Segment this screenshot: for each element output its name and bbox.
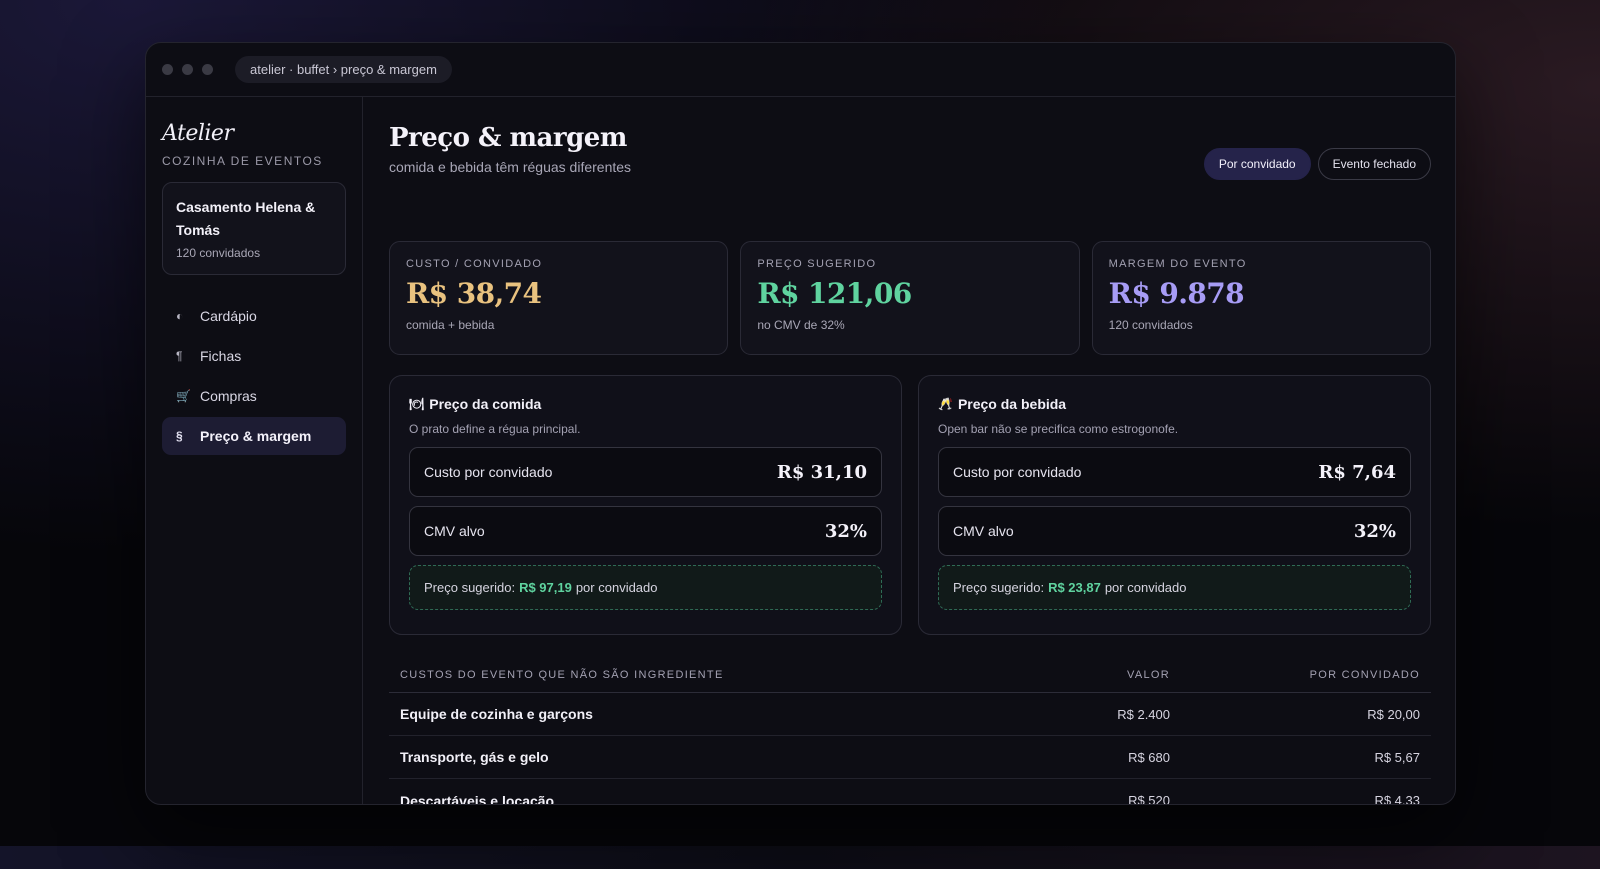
sidebar-item-label: Cardápio [200,308,257,324]
food-cost-value: R$ 31,10 [776,461,867,483]
event-name: Casamento Helena & Tomás [176,199,316,238]
toggle-evento-fechado[interactable]: Evento fechado [1317,148,1431,180]
kpi-note: comida + bebida [406,318,495,332]
event-card[interactable]: Casamento Helena & Tomás 120 convidados [162,182,346,275]
field-label: CMV alvo [953,523,1014,539]
table-header-row: CUSTOS DO EVENTO QUE NÃO SÃO INGREDIENTE… [389,657,1431,693]
kpi-label: MARGEM DO EVENTO [1108,258,1247,270]
pilcrow-icon: ¶ [176,349,183,363]
event-costs-table: CUSTOS DO EVENTO QUE NÃO SÃO INGREDIENTE… [389,657,1431,805]
plate-icon: 🍽 [409,397,425,411]
field-label: Custo por convidado [424,464,553,480]
sidebar-item-label: Compras [200,388,257,404]
column-header-cost: CUSTOS DO EVENTO QUE NÃO SÃO INGREDIENTE [400,668,724,681]
kpi-value: R$ 38,74 [406,277,542,310]
window-minimize-dot[interactable] [182,64,193,75]
suggest-prefix: Preço sugerido: [424,580,516,595]
food-cost-field[interactable]: Custo por convidado R$ 31,10 [409,447,882,497]
breadcrumb: atelier · buffet › preço & margem [235,56,452,83]
cost-per-guest: R$ 20,00 [1367,706,1420,722]
food-card-title-text: Preço da comida [429,396,542,412]
brand-subtitle: COZINHA DE EVENTOS [162,154,323,168]
table-row[interactable]: Equipe de cozinha e garçons R$ 2.400 R$ … [389,693,1431,736]
food-card-title: 🍽 Preço da comida [409,396,882,412]
drink-cmv-field[interactable]: CMV alvo 32% [938,506,1411,556]
kpi-value: R$ 121,06 [757,277,912,310]
suggest-suffix: por convidado [575,580,658,595]
sidebar: Atelier COZINHA DE EVENTOS Casamento Hel… [146,97,363,804]
field-label: Custo por convidado [953,464,1082,480]
background-bottom-strip [0,846,1600,869]
kpi-row: CUSTO / CONVIDADO R$ 38,74 comida + bebi… [389,241,1431,355]
sidebar-item-fichas[interactable]: ¶ Fichas [162,337,346,375]
drink-cost-value: R$ 7,64 [1318,461,1396,483]
food-cmv-value: 32% [824,520,867,542]
kpi-margem-evento: MARGEM DO EVENTO R$ 9.878 120 convidados [1091,241,1431,355]
cost-per-guest: R$ 4,33 [1374,793,1420,805]
food-price-card: 🍽 Preço da comida O prato define a régua… [389,375,902,635]
drink-card-title-text: Preço da bebida [957,396,1067,412]
cost-name: Descartáveis e locação [400,792,555,805]
cost-name: Transporte, gás e gelo [400,749,549,765]
drink-cost-field[interactable]: Custo por convidado R$ 7,64 [938,447,1411,497]
food-cmv-field[interactable]: CMV alvo 32% [409,506,882,556]
app-window: atelier · buffet › preço & margem Atelie… [145,42,1456,805]
shopping-cart-icon: 🛒 [176,389,191,403]
title-bar: atelier · buffet › preço & margem [146,43,1455,97]
cost-value: R$ 2.400 [1117,706,1170,722]
window-maximize-dot[interactable] [202,64,213,75]
main-content: Preço & margem comida e bebida têm régua… [389,97,1431,804]
cost-per-guest: R$ 5,67 [1374,749,1420,765]
sidebar-item-label: Preço & margem [200,428,312,444]
event-guests: 120 convidados [176,246,261,260]
food-card-subtitle: O prato define a régua principal. [409,422,581,436]
kpi-label: PREÇO SUGERIDO [757,258,877,270]
drink-suggested-price: Preço sugerido: R$ 23,87 por convidado [938,565,1411,610]
pricing-mode-toggle: Por convidado Evento fechado [1197,148,1431,180]
suggest-prefix: Preço sugerido: [953,580,1045,595]
toggle-por-convidado[interactable]: Por convidado [1203,148,1311,180]
cost-value: R$ 520 [1128,793,1170,805]
suggest-value: R$ 23,87 [1048,580,1101,595]
column-header-por-convidado: POR CONVIDADO [1309,668,1420,681]
kpi-label: CUSTO / CONVIDADO [406,258,543,270]
kpi-custo-convidado: CUSTO / CONVIDADO R$ 38,74 comida + bebi… [389,241,729,355]
kpi-note: 120 convidados [1108,318,1193,332]
food-suggested-price: Preço sugerido: R$ 97,19 por convidado [409,565,882,610]
table-row[interactable]: Descartáveis e locação R$ 520 R$ 4,33 [389,779,1431,805]
sidebar-item-preco-margem[interactable]: § Preço & margem [162,417,346,455]
drink-card-title: 🥂 Preço da bebida [938,396,1411,412]
kpi-value: R$ 9.878 [1108,277,1245,310]
table-row[interactable]: Transporte, gás e gelo R$ 680 R$ 5,67 [389,736,1431,779]
suggest-value: R$ 97,19 [519,580,572,595]
drink-cmv-value: 32% [1353,520,1396,542]
column-header-valor: VALOR [1127,668,1170,681]
suggest-suffix: por convidado [1104,580,1187,595]
drink-card-subtitle: Open bar não se precifica como estrogono… [938,422,1179,436]
window-close-dot[interactable] [162,64,173,75]
cost-value: R$ 680 [1128,749,1170,765]
sidebar-item-cardapio[interactable]: ◐ Cardápio [162,297,346,335]
field-label: CMV alvo [424,523,485,539]
sidebar-nav: ◐ Cardápio ¶ Fichas 🛒 Compras § Preço & … [162,297,346,455]
half-circle-icon: ◐ [176,309,184,323]
champagne-glasses-icon: 🥂 [938,397,953,411]
section-sign-icon: § [176,429,183,443]
sidebar-item-label: Fichas [200,348,242,364]
brand-logo: Atelier [162,121,234,146]
kpi-preco-sugerido: PREÇO SUGERIDO R$ 121,06 no CMV de 32% [740,241,1080,355]
pricing-cards: 🍽 Preço da comida O prato define a régua… [389,375,1431,635]
cost-name: Equipe de cozinha e garçons [400,706,593,722]
kpi-note: no CMV de 32% [757,318,845,332]
drink-price-card: 🥂 Preço da bebida Open bar não se precif… [918,375,1431,635]
sidebar-item-compras[interactable]: 🛒 Compras [162,377,346,415]
